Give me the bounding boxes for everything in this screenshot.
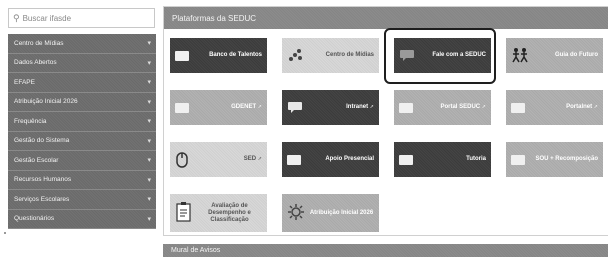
tile-apoio-presencial[interactable]: Apoio Presencial <box>282 142 379 177</box>
sidebar-item-recursos-humanos[interactable]: Recursos Humanos ▾ <box>8 170 156 190</box>
sidebar-item-gestao-escolar[interactable]: Gestão Escolar ▾ <box>8 151 156 171</box>
sidebar-item-gestao-do-sistema[interactable]: Gestão do Sistema ▾ <box>8 131 156 151</box>
sidebar-item-centro-de-midias[interactable]: Centro de Mídias ▾ <box>8 34 156 54</box>
chevron-down-icon: ▾ <box>147 79 151 87</box>
dots-icon <box>287 47 305 65</box>
clipboard-icon <box>175 201 193 225</box>
tile-label: Apoio Presencial <box>325 156 374 162</box>
square-icon <box>399 102 413 113</box>
chevron-down-icon: ▾ <box>147 176 151 184</box>
news-panel-title: Mural de Avisos <box>163 244 608 257</box>
chevron-down-icon: ▾ <box>147 98 151 106</box>
tile-guia-do-futuro[interactable]: Guia do Futuro <box>506 38 603 73</box>
tile-label: Centro de Mídias <box>325 52 374 58</box>
sidebar-item-label: Atribuição Inicial 2026 <box>14 98 78 106</box>
tile-sed[interactable]: SED ➚ <box>170 142 267 177</box>
tile-portalnet[interactable]: Portalnet ➚ <box>506 90 603 125</box>
search-icon: ⚲ <box>13 12 20 23</box>
tile-centro-de-midias[interactable]: Centro de Mídias <box>282 38 379 73</box>
gear-icon <box>287 203 305 223</box>
tile-label: Guia do Futuro <box>555 52 598 58</box>
sidebar-item-frequencia[interactable]: Frequência ▾ <box>8 112 156 132</box>
square-icon <box>287 154 301 165</box>
tile-label: Portal SEDUC ➚ <box>440 104 486 110</box>
tile-label: Intranet ➚ <box>346 104 374 110</box>
tile-gdenet[interactable]: GDENET ➚ <box>170 90 267 125</box>
panel-title: Plataformas da SEDUC <box>164 7 608 29</box>
chevron-down-icon: ▾ <box>147 137 151 145</box>
chevron-down-icon: ▾ <box>147 215 151 223</box>
mouse-icon <box>175 150 189 170</box>
tile-label: Avaliação de Desempenho e Classificação <box>208 202 251 223</box>
sidebar-menu: Centro de Mídias ▾ Dados Abertos ▾ EFAPE ▾ … <box>8 34 156 229</box>
tile-portal-seduc[interactable]: Portal SEDUC ➚ <box>394 90 491 125</box>
sidebar-item-efape[interactable]: EFAPE ▾ <box>8 73 156 93</box>
square-icon <box>511 102 525 113</box>
sidebar-item-dados-abertos[interactable]: Dados Abertos ▾ <box>8 53 156 73</box>
square-icon <box>175 50 189 61</box>
search-input[interactable] <box>22 13 143 23</box>
tile-label: GDENET ➚ <box>231 104 262 110</box>
sidebar-item-label: Questionários <box>14 215 55 223</box>
sidebar-item-label: Serviços Escolares <box>14 195 70 203</box>
sidebar-item-servicos-escolares[interactable]: Serviços Escolares ▾ <box>8 190 156 210</box>
people-icon <box>511 47 529 65</box>
external-link-icon: ➚ <box>481 104 486 110</box>
external-link-icon: ➚ <box>257 156 262 162</box>
tile-atribuicao-inicial[interactable]: Atribuição Inicial 2026 <box>282 194 379 232</box>
sidebar-item-label: Gestão Escolar <box>14 156 59 164</box>
highlight-outline <box>384 28 496 84</box>
tile-label: Tutoria <box>466 156 486 162</box>
chevron-down-icon: ▾ <box>147 40 151 48</box>
chevron-down-icon: ▾ <box>147 118 151 126</box>
tile-avaliacao-de-desempenho[interactable]: Avaliação de Desempenho e Classificação <box>170 194 267 232</box>
sidebar-item-label: Frequência <box>14 117 47 125</box>
sidebar-item-questionarios[interactable]: Questionários ▾ <box>8 209 156 229</box>
tile-banco-de-talentos[interactable]: Banco de Talentos <box>170 38 267 73</box>
external-link-icon: ➚ <box>593 104 598 110</box>
tile-label: SOU + Recomposição <box>535 156 598 162</box>
sidebar-item-label: Dados Abertos <box>14 59 57 67</box>
tile-label: SED ➚ <box>243 156 262 162</box>
square-icon <box>511 154 525 165</box>
sidebar-item-label: EFAPE <box>14 78 35 86</box>
chevron-down-icon: ▾ <box>147 59 151 67</box>
external-link-icon: ➚ <box>257 104 262 110</box>
tile-sou-recomposicao[interactable]: SOU + Recomposição <box>506 142 603 177</box>
sidebar-item-atribuicao-inicial[interactable]: Atribuição Inicial 2026 ▾ <box>8 92 156 112</box>
tile-label: Portalnet ➚ <box>566 104 598 110</box>
divider-dot <box>4 232 6 234</box>
sidebar-item-label: Gestão do Sistema <box>14 137 70 145</box>
tile-tutoria[interactable]: Tutoria <box>394 142 491 177</box>
external-link-icon: ➚ <box>369 104 374 110</box>
square-icon <box>175 102 189 113</box>
tile-label: Atribuição Inicial 2026 <box>309 209 374 216</box>
sidebar-item-label: Centro de Mídias <box>14 39 64 47</box>
tile-intranet[interactable]: Intranet ➚ <box>282 90 379 125</box>
search-box[interactable]: ⚲ <box>8 8 155 28</box>
chat-icon <box>287 101 303 115</box>
chevron-down-icon: ▾ <box>147 196 151 204</box>
square-icon <box>399 154 413 165</box>
chevron-down-icon: ▾ <box>147 157 151 165</box>
sidebar-item-label: Recursos Humanos <box>14 176 72 184</box>
tile-label: Banco de Talentos <box>209 52 262 58</box>
